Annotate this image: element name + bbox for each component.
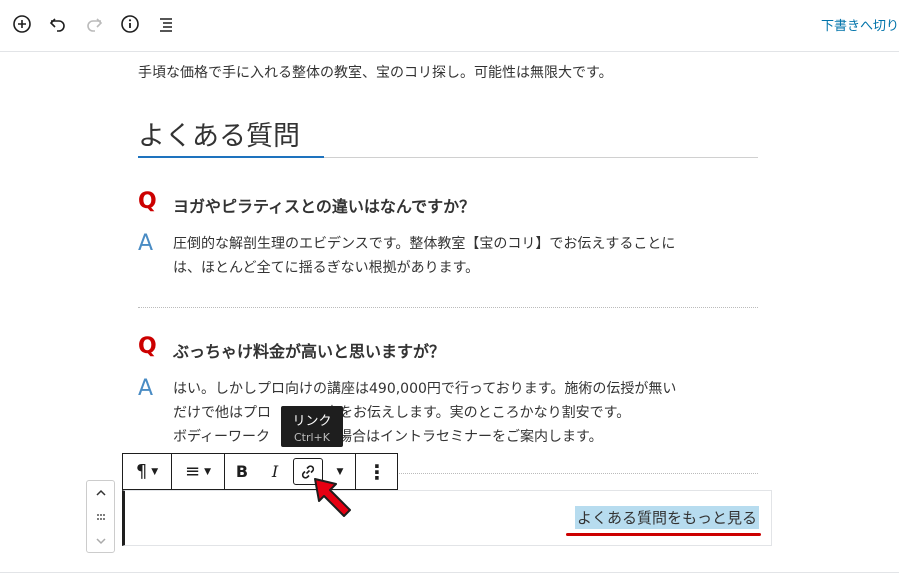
tooltip-label: リンク bbox=[292, 414, 332, 429]
chevron-down-icon: ▼ bbox=[151, 466, 159, 477]
drag-handle[interactable] bbox=[87, 505, 114, 529]
question-text: ヨガやピラティスとの違いはなんですか？ bbox=[173, 197, 476, 216]
move-down-button[interactable] bbox=[87, 529, 114, 553]
question-text: ぶっちゃけ料金が高いと思いますが？ bbox=[173, 342, 446, 361]
drag-icon bbox=[96, 514, 105, 520]
answer-line: 圧倒的な解剖生理のエビデンスです。整体教室【宝のコリ】でお伝えすることに bbox=[173, 236, 676, 252]
bold-button[interactable]: B bbox=[225, 454, 259, 489]
answer-line: は、ほとんど全てに揺るぎない根拠があります。 bbox=[173, 260, 480, 276]
italic-button[interactable]: I bbox=[259, 454, 291, 489]
annotation-arrow-icon bbox=[314, 478, 351, 517]
chevron-up-icon bbox=[95, 489, 106, 496]
align-icon: ≡ bbox=[184, 461, 201, 482]
undo-icon[interactable] bbox=[46, 12, 70, 36]
editor-bottom-border bbox=[0, 572, 899, 573]
faq-more-link-text[interactable]: よくある質問をもっと見る bbox=[574, 506, 759, 529]
move-up-button[interactable] bbox=[87, 481, 114, 505]
separator bbox=[138, 307, 758, 308]
selected-paragraph-block[interactable]: よくある質問をもっと見る bbox=[122, 490, 772, 546]
paragraph-type-button[interactable]: ¶ ▼ bbox=[123, 454, 171, 489]
answer-line: だけで他はプロ の事をお伝えします。実のところかなり割安です。 bbox=[173, 405, 631, 421]
answer-line: ボディーワーク たい場合はイントラセミナーをご案内します。 bbox=[173, 429, 603, 445]
editor-top-toolbar: 下書きへ切り bbox=[0, 0, 899, 52]
intro-paragraph[interactable]: 手頃な価格で手に入れる整体の教室、宝のコリ探し。可能性は無限大です。 bbox=[138, 62, 613, 82]
block-toolbar: ¶ ▼ ≡ ▼ B I ▼ ⋮ bbox=[122, 453, 398, 490]
answer-mark-label: A bbox=[138, 376, 154, 401]
paragraph-icon: ¶ bbox=[135, 461, 148, 482]
chevron-down-icon: ▼ bbox=[336, 466, 344, 477]
block-type-group: ¶ ▼ bbox=[123, 454, 172, 489]
question-mark-label: Q bbox=[138, 334, 157, 359]
annotation-underline bbox=[566, 533, 761, 536]
chevron-down-icon bbox=[95, 538, 106, 545]
chevron-down-icon: ▼ bbox=[204, 466, 211, 477]
info-icon[interactable] bbox=[118, 12, 142, 36]
answer-line: はい。しかしプロ向けの講座は490,000円で行っております。施術の伝授が無い bbox=[173, 381, 677, 397]
save-draft-link[interactable]: 下書きへ切り bbox=[821, 15, 899, 34]
link-tooltip: リンク Ctrl+K bbox=[281, 406, 343, 447]
tooltip-shortcut: Ctrl+K bbox=[293, 431, 330, 444]
options-group: ⋮ bbox=[356, 454, 398, 489]
question-mark-label: Q bbox=[138, 189, 157, 214]
add-block-icon[interactable] bbox=[10, 12, 34, 36]
faq-heading[interactable]: よくある質問 bbox=[138, 114, 300, 153]
answer-text: はい。しかしプロ向けの講座は490,000円で行っております。施術の伝授が無い … bbox=[173, 377, 676, 449]
more-options-button[interactable]: ⋮ bbox=[356, 454, 398, 489]
outline-icon[interactable] bbox=[154, 12, 178, 36]
block-mover bbox=[86, 480, 115, 553]
answer-text: 圧倒的な解剖生理のエビデンスです。整体教室【宝のコリ】でお伝えすることに は、ほ… bbox=[173, 232, 675, 280]
answer-mark-label: A bbox=[138, 231, 154, 256]
align-button[interactable]: ≡ ▼ bbox=[172, 454, 224, 489]
redo-icon[interactable] bbox=[82, 12, 106, 36]
align-group: ≡ ▼ bbox=[172, 454, 225, 489]
heading-accent-line bbox=[138, 156, 324, 158]
